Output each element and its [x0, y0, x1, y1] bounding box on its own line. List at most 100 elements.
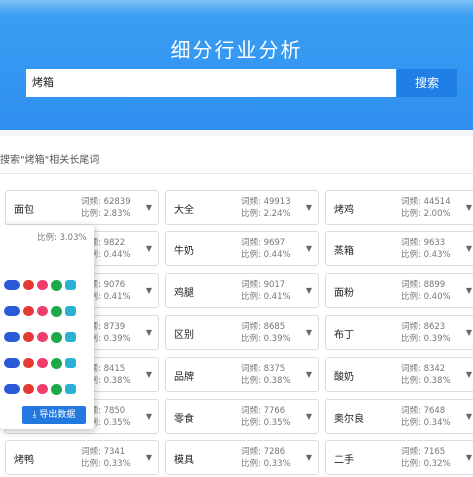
keyword-label: 奥尔良 [334, 414, 364, 425]
keyword-label: 鸡腿 [174, 288, 194, 299]
export-label: 导出数据 [39, 410, 76, 420]
keyword-card[interactable]: 蒸箱 词频: 9633 比例: 0.43% ▼ [325, 231, 473, 266]
keyword-ratio: 比例: 0.43% [401, 250, 451, 260]
keyword-card[interactable]: 奥尔良 词频: 7648 比例: 0.34% ▼ [325, 399, 473, 434]
caret-down-icon[interactable]: ▼ [146, 328, 152, 337]
keyword-ratio: 比例: 0.32% [401, 459, 451, 469]
caret-down-icon[interactable]: ▼ [466, 203, 472, 212]
keyword-frequency: 词频: 7648 [401, 406, 446, 416]
taobao-icon[interactable] [37, 332, 48, 342]
caret-down-icon[interactable]: ▼ [466, 370, 472, 379]
keyword-card[interactable]: 牛奶 词频: 9697 比例: 0.44% ▼ [165, 231, 319, 266]
caret-down-icon[interactable]: ▼ [146, 453, 152, 462]
wechat-icon[interactable] [51, 358, 62, 369]
caret-down-icon[interactable]: ▼ [466, 244, 472, 253]
keyword-ratio: 比例: 0.41% [241, 292, 291, 302]
taobao-icon[interactable] [37, 384, 48, 394]
zhihu-icon[interactable] [65, 384, 76, 394]
taobao-icon[interactable] [37, 358, 48, 368]
zhihu-icon[interactable] [65, 306, 76, 316]
caret-down-icon[interactable]: ▼ [146, 244, 152, 253]
baidu-icon[interactable] [4, 358, 20, 368]
share-popup: 比例: 3.03% ⤓ 导出数据 [0, 225, 94, 429]
weibo-icon[interactable] [23, 280, 34, 290]
keyword-label: 蒸箱 [334, 246, 354, 257]
taobao-icon[interactable] [37, 280, 48, 290]
caret-down-icon[interactable]: ▼ [306, 244, 312, 253]
caret-down-icon[interactable]: ▼ [466, 286, 472, 295]
keyword-card[interactable]: 面包 词频: 62839 比例: 2.83% ▼ [5, 190, 159, 225]
keyword-ratio: 比例: 0.34% [401, 418, 451, 428]
wechat-icon[interactable] [51, 280, 62, 291]
keyword-card[interactable]: 品牌 词频: 8375 比例: 0.38% ▼ [165, 357, 319, 392]
keyword-ratio: 比例: 2.24% [241, 209, 291, 219]
keyword-ratio: 比例: 0.38% [241, 376, 291, 386]
weibo-icon[interactable] [23, 306, 34, 316]
weibo-icon[interactable] [23, 384, 34, 394]
baidu-icon[interactable] [4, 306, 20, 316]
keyword-card[interactable]: 零食 词频: 7766 比例: 0.35% ▼ [165, 399, 319, 434]
zhihu-icon[interactable] [65, 280, 76, 290]
keyword-frequency: 词频: 49913 [241, 197, 291, 207]
export-data-button[interactable]: ⤓ 导出数据 [22, 406, 86, 424]
baidu-icon[interactable] [4, 332, 20, 342]
keyword-card[interactable]: 烤鸡 词频: 44514 比例: 2.00% ▼ [325, 190, 473, 225]
keyword-label: 烤鸡 [334, 205, 354, 216]
keyword-label: 品牌 [174, 372, 194, 383]
caret-down-icon[interactable]: ▼ [466, 412, 472, 421]
page-title: 细分行业分析 [170, 38, 303, 62]
keyword-frequency: 词频: 8685 [241, 322, 286, 332]
baidu-icon[interactable] [4, 384, 20, 394]
header-banner: 细分行业分析 烤箱 搜索 [0, 0, 473, 130]
caret-down-icon[interactable]: ▼ [146, 370, 152, 379]
caret-down-icon[interactable]: ▼ [306, 286, 312, 295]
keyword-label: 面粉 [334, 288, 354, 299]
section-subtitle: 搜索"烤箱"相关长尾词 [0, 155, 100, 166]
wechat-icon[interactable] [51, 306, 62, 317]
keyword-frequency: 词频: 9017 [241, 280, 286, 290]
wechat-icon[interactable] [51, 384, 62, 395]
keyword-frequency: 词频: 7165 [401, 447, 446, 457]
caret-down-icon[interactable]: ▼ [146, 286, 152, 295]
caret-down-icon[interactable]: ▼ [306, 203, 312, 212]
search-input[interactable]: 烤箱 [26, 69, 396, 97]
keyword-card[interactable]: 大全 词频: 49913 比例: 2.24% ▼ [165, 190, 319, 225]
keyword-card[interactable]: 鸡腿 词频: 9017 比例: 0.41% ▼ [165, 273, 319, 308]
keyword-stats: 词频: 9633 比例: 0.43% [401, 237, 451, 261]
keyword-frequency: 词频: 8375 [241, 364, 286, 374]
caret-down-icon[interactable]: ▼ [306, 453, 312, 462]
keyword-card[interactable]: 模具 词频: 7286 比例: 0.33% ▼ [165, 440, 319, 475]
weibo-icon[interactable] [23, 332, 34, 342]
keyword-card[interactable]: 烤鸭 词频: 7341 比例: 0.33% ▼ [5, 440, 159, 475]
keyword-frequency: 词频: 44514 [401, 197, 451, 207]
caret-down-icon[interactable]: ▼ [306, 412, 312, 421]
weibo-icon[interactable] [23, 358, 34, 368]
keyword-card[interactable]: 面粉 词频: 8899 比例: 0.40% ▼ [325, 273, 473, 308]
baidu-icon[interactable] [4, 280, 20, 290]
zhihu-icon[interactable] [65, 332, 76, 342]
wechat-icon[interactable] [51, 332, 62, 343]
keyword-frequency: 词频: 9633 [401, 238, 446, 248]
caret-down-icon[interactable]: ▼ [306, 328, 312, 337]
caret-down-icon[interactable]: ▼ [146, 203, 152, 212]
keyword-stats: 词频: 9017 比例: 0.41% [241, 279, 291, 303]
keyword-stats: 词频: 7648 比例: 0.34% [401, 405, 451, 429]
keyword-card[interactable]: 酸奶 词频: 8342 比例: 0.38% ▼ [325, 357, 473, 392]
keyword-card[interactable]: 二手 词频: 7165 比例: 0.32% ▼ [325, 440, 473, 475]
keyword-ratio: 比例: 0.44% [241, 250, 291, 260]
zhihu-icon[interactable] [65, 358, 76, 368]
caret-down-icon[interactable]: ▼ [466, 328, 472, 337]
keyword-frequency: 词频: 7766 [241, 406, 286, 416]
taobao-icon[interactable] [37, 306, 48, 316]
search-button[interactable]: 搜索 [397, 69, 457, 97]
caret-down-icon[interactable]: ▼ [466, 453, 472, 462]
keyword-ratio: 比例: 0.33% [81, 459, 131, 469]
keyword-frequency: 词频: 9697 [241, 238, 286, 248]
caret-down-icon[interactable]: ▼ [306, 370, 312, 379]
caret-down-icon[interactable]: ▼ [146, 412, 152, 421]
keyword-label: 烤鸭 [14, 455, 34, 466]
keyword-ratio: 比例: 0.39% [401, 334, 451, 344]
keyword-card[interactable]: 布丁 词频: 8623 比例: 0.39% ▼ [325, 315, 473, 350]
divider [0, 173, 473, 174]
keyword-card[interactable]: 区别 词频: 8685 比例: 0.39% ▼ [165, 315, 319, 350]
